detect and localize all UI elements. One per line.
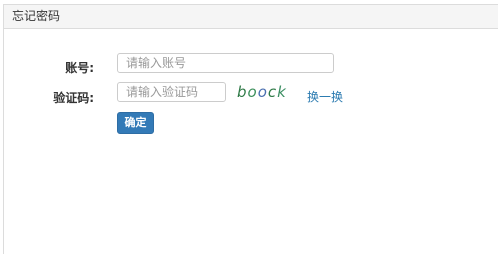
- forgot-password-panel: 忘记密码: [3, 4, 498, 254]
- captcha-label: 验证码:: [53, 91, 94, 105]
- panel-title: 忘记密码: [4, 5, 498, 29]
- captcha-char: b: [237, 83, 248, 101]
- captcha-char: o: [257, 83, 268, 101]
- captcha-char: c: [267, 83, 278, 101]
- captcha-char: o: [247, 83, 258, 101]
- captcha-char: k: [277, 83, 287, 101]
- submit-button[interactable]: 确定: [117, 112, 154, 134]
- captcha-input[interactable]: [117, 82, 226, 102]
- captcha-image[interactable]: boock: [237, 82, 287, 102]
- account-label: 账号:: [65, 61, 94, 75]
- account-input[interactable]: [117, 53, 334, 73]
- refresh-captcha-link[interactable]: 换一换: [307, 89, 343, 105]
